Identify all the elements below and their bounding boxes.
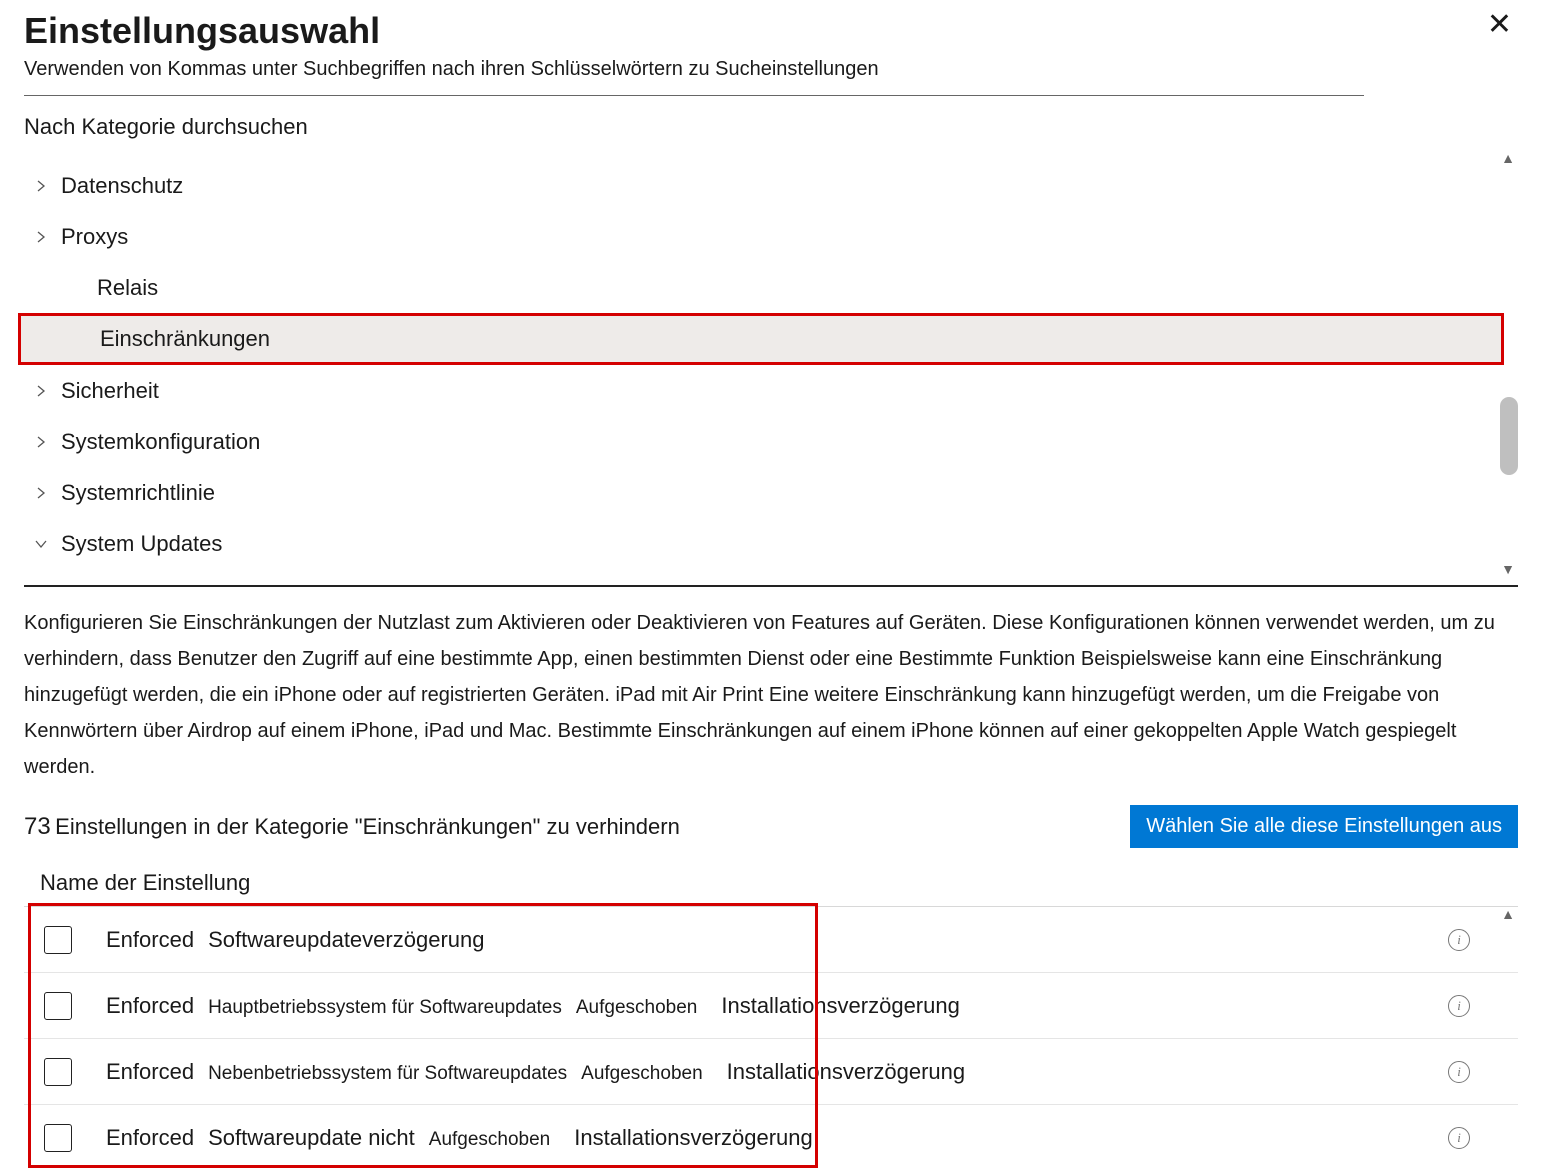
- category-item[interactable]: Sicherheit: [24, 365, 1504, 416]
- setting-label-part: Softwareupdate nicht: [208, 1125, 415, 1151]
- setting-row[interactable]: Enforced Softwareupdate nicht Aufgeschoben…: [24, 1104, 1518, 1170]
- setting-label-part: Enforced: [106, 927, 194, 953]
- setting-checkbox[interactable]: [44, 1058, 72, 1086]
- column-header-setting-name: Name der Einstellung: [24, 870, 1518, 896]
- info-icon[interactable]: i: [1448, 1127, 1470, 1149]
- setting-label-part: Aufgeschoben: [581, 1063, 703, 1085]
- category-item[interactable]: Einschränkungen: [18, 313, 1504, 365]
- setting-label-part: Enforced: [106, 1059, 194, 1085]
- setting-label-part: Installationsverzögerung: [717, 1059, 965, 1085]
- chevron-right-icon: [24, 385, 58, 397]
- scroll-up-icon[interactable]: ▲: [1498, 150, 1518, 166]
- setting-checkbox[interactable]: [44, 1124, 72, 1152]
- setting-label-part: Aufgeschoben: [576, 997, 698, 1019]
- scroll-up-icon[interactable]: ▲: [1498, 906, 1518, 922]
- category-label: Sicherheit: [58, 378, 159, 404]
- setting-row[interactable]: Enforced Softwareupdateverzögerung i: [24, 906, 1518, 972]
- category-item[interactable]: Systemkonfiguration: [24, 416, 1504, 467]
- category-label: Datenschutz: [58, 173, 183, 199]
- close-icon[interactable]: ✕: [1481, 10, 1518, 40]
- category-label: Systemrichtlinie: [58, 480, 215, 506]
- category-item[interactable]: Datenschutz: [24, 160, 1504, 211]
- settings-count-label: Einstellungen in der Kategorie "Einschrä…: [55, 814, 680, 839]
- setting-row[interactable]: Enforced Nebenbetriebssystem für Software…: [24, 1038, 1518, 1104]
- setting-label-part: Nebenbetriebssystem für Softwareupdates: [208, 1063, 567, 1085]
- chevron-right-icon: [24, 436, 58, 448]
- dialog-title: Einstellungsauswahl: [24, 10, 879, 52]
- category-label: Proxys: [58, 224, 128, 250]
- scrollbar-thumb[interactable]: [1500, 397, 1518, 475]
- category-item[interactable]: Systemrichtlinie: [24, 467, 1504, 518]
- chevron-right-icon: [24, 487, 58, 499]
- setting-checkbox[interactable]: [44, 926, 72, 954]
- setting-label-part: Enforced: [106, 993, 194, 1019]
- scroll-down-icon[interactable]: ▼: [1498, 561, 1518, 577]
- dialog-subtitle: Verwenden von Kommas unter Suchbegriffen…: [24, 58, 879, 81]
- chevron-right-icon: [24, 180, 58, 192]
- divider: [24, 585, 1518, 587]
- setting-label-part: Softwareupdateverzögerung: [208, 927, 484, 953]
- divider: [24, 95, 1364, 96]
- chevron-down-icon: [24, 538, 58, 550]
- setting-label-part: Hauptbetriebssystem für Softwareupdates: [208, 997, 562, 1019]
- browse-by-category-label: Nach Kategorie durchsuchen: [24, 114, 1518, 140]
- settings-count: 73: [24, 813, 51, 840]
- select-all-button[interactable]: Wählen Sie alle diese Einstellungen aus: [1130, 805, 1518, 848]
- category-label: System Updates: [58, 531, 222, 557]
- category-item[interactable]: Proxys: [24, 211, 1504, 262]
- chevron-right-icon: [24, 231, 58, 243]
- category-item[interactable]: System Updates: [24, 518, 1504, 569]
- setting-label-part: Aufgeschoben: [429, 1129, 551, 1151]
- setting-label-part: Enforced: [106, 1125, 194, 1151]
- info-icon[interactable]: i: [1448, 929, 1470, 951]
- info-icon[interactable]: i: [1448, 995, 1470, 1017]
- setting-row[interactable]: Enforced Hauptbetriebssystem für Software…: [24, 972, 1518, 1038]
- setting-label-part: Installationsverzögerung: [564, 1125, 812, 1151]
- category-label: Einschränkungen: [61, 326, 270, 352]
- info-icon[interactable]: i: [1448, 1061, 1470, 1083]
- category-description: Konfigurieren Sie Einschränkungen der Nu…: [24, 605, 1518, 785]
- setting-label-part: Installationsverzögerung: [711, 993, 959, 1019]
- category-label: Relais: [58, 275, 158, 301]
- category-label: Systemkonfiguration: [58, 429, 260, 455]
- category-item[interactable]: Relais: [24, 262, 1504, 313]
- setting-checkbox[interactable]: [44, 992, 72, 1020]
